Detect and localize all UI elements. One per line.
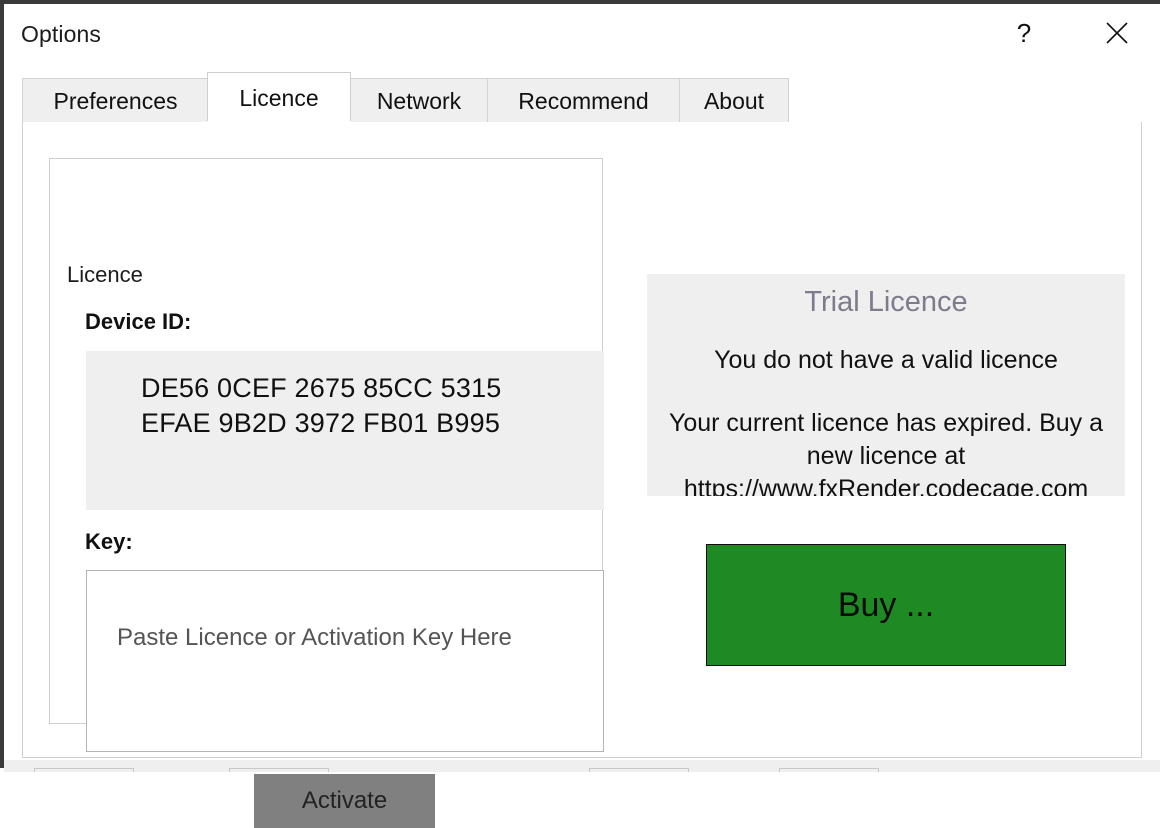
buy-button[interactable]: Buy ...: [706, 544, 1066, 666]
close-x-icon: [1106, 21, 1128, 44]
device-id-field[interactable]: DE56 0CEF 2675 85CC 5315 EFAE 9B2D 3972 …: [86, 351, 604, 510]
tab-licence[interactable]: Licence: [207, 72, 351, 123]
tab-label: Recommend: [518, 87, 649, 114]
key-input[interactable]: Paste Licence or Activation Key Here: [86, 570, 604, 752]
tab-label: About: [703, 87, 765, 114]
key-input-placeholder: Paste Licence or Activation Key Here: [117, 624, 512, 651]
trial-licence-heading: Trial Licence: [804, 286, 968, 318]
active-tab-joint: [207, 121, 351, 124]
help-button[interactable]: ?: [993, 4, 1055, 61]
trial-licence-message: Your current licence has expired. Buy a …: [668, 409, 1104, 496]
buy-button-label: Buy ...: [837, 585, 935, 624]
title-bar: Options ?: [4, 4, 1160, 61]
activate-button[interactable]: Activate: [254, 774, 435, 828]
tab-about[interactable]: About: [679, 78, 789, 123]
tab-network[interactable]: Network: [350, 78, 488, 123]
tab-bar: Preferences Licence Network Recommend Ab…: [4, 61, 1160, 123]
tab-label: Licence: [239, 84, 319, 111]
tab-recommend[interactable]: Recommend: [487, 78, 680, 123]
close-button[interactable]: [1086, 4, 1148, 61]
activate-button-label: Activate: [301, 787, 388, 814]
question-mark-icon: ?: [1016, 17, 1032, 48]
key-label: Key:: [85, 529, 133, 554]
trial-licence-status: You do not have a valid licence: [714, 346, 1058, 374]
dialog-button[interactable]: [779, 768, 879, 772]
tab-preferences[interactable]: Preferences: [22, 78, 209, 123]
options-window: Options ? Preferences Licence Network Re…: [0, 0, 1160, 828]
dialog-button[interactable]: [34, 768, 134, 772]
window-title: Options: [21, 21, 101, 47]
licence-groupbox-legend: Licence: [61, 262, 149, 288]
dialog-button[interactable]: [589, 768, 689, 772]
licence-tab-panel: Licence Device ID: DE56 0CEF 2675 85CC 5…: [22, 122, 1142, 828]
device-id-label: Device ID:: [85, 309, 192, 334]
device-id-value: DE56 0CEF 2675 85CC 5315 EFAE 9B2D 3972 …: [141, 373, 502, 438]
dialog-button-bar: [4, 760, 1160, 772]
dialog-button[interactable]: [229, 768, 329, 772]
tab-label: Network: [376, 87, 462, 114]
trial-licence-panel: Trial Licence You do not have a valid li…: [647, 274, 1125, 496]
tab-label: Preferences: [53, 87, 178, 114]
